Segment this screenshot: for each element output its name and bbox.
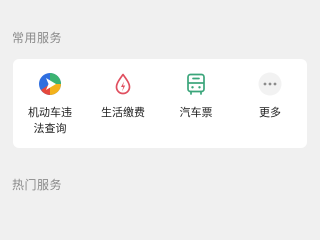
service-utility-payment[interactable]: 生活缴费 — [86, 59, 160, 148]
service-bus-ticket[interactable]: 汽车票 — [159, 59, 233, 148]
navigation-pin-icon — [38, 72, 62, 96]
service-label: 汽车票 — [179, 106, 213, 119]
service-label: 生活缴费 — [101, 106, 145, 119]
service-more[interactable]: 更多 — [233, 59, 307, 148]
section-title-common-services: 常用服务 — [12, 31, 63, 45]
service-label: 机动车违法查询 — [28, 106, 72, 135]
service-label: 更多 — [259, 106, 281, 119]
section-title-hot-services: 热门服务 — [12, 178, 63, 192]
service-vehicle-violation-query[interactable]: 机动车违法查询 — [13, 59, 87, 148]
water-drop-bolt-icon — [111, 72, 135, 96]
more-dots-icon — [258, 72, 282, 96]
bus-icon — [184, 72, 208, 96]
common-services-card: 机动车违法查询 生活缴费 汽车票 更多 — [13, 59, 307, 148]
